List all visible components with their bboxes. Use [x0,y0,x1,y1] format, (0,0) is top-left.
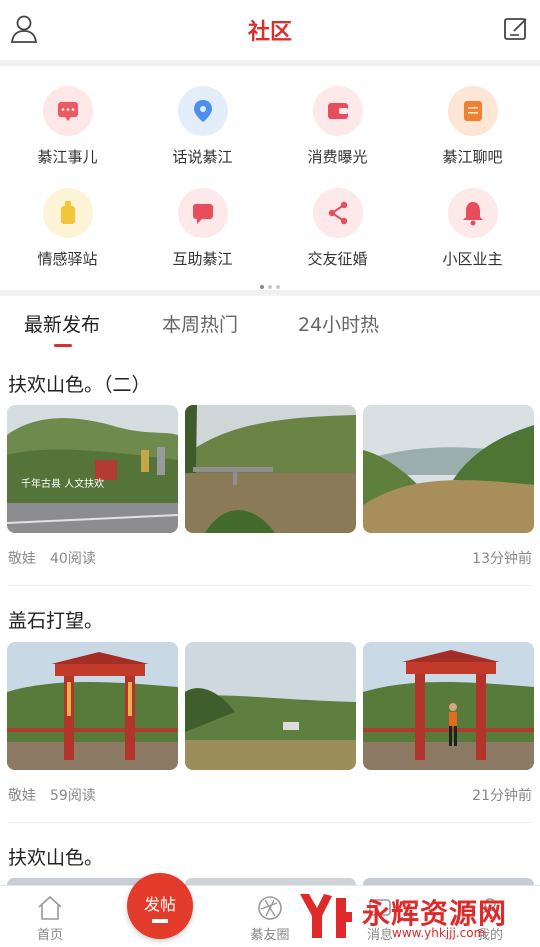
divider [8,585,532,586]
tab-24h-hot[interactable]: 24小时热 [298,310,379,337]
post-image[interactable] [185,405,356,533]
category-mutual-help[interactable]: 互助綦江 [135,188,270,269]
top-header: 社区 [0,0,540,60]
category-label: 互助綦江 [172,250,233,268]
category-talk-qijiang[interactable]: 话说綦江 [135,86,270,167]
post-image[interactable] [363,405,534,533]
post-title[interactable]: 扶欢山色。 [8,843,103,870]
menu-lines-icon [152,919,168,923]
watermark: 永辉资源网 www.yhkjjj.com [296,888,536,944]
post-image[interactable] [185,642,356,770]
post-image[interactable] [7,642,178,770]
post-reads: 59阅读 [50,788,96,804]
category-emotion-station[interactable]: 情感驿站 [0,188,135,269]
home-icon [38,895,62,920]
category-label: 交友征婚 [307,250,368,268]
category-label: 话说綦江 [172,148,233,166]
post-author[interactable]: 敬娃 [8,551,36,567]
post-button-label: 发帖 [143,895,176,914]
category-homeowners[interactable]: 小区业主 [405,188,540,269]
post-author[interactable]: 敬娃 [8,788,36,804]
location-icon [177,86,228,136]
post-time: 21分钟前 [472,788,532,804]
post-time: 13分钟前 [472,551,532,567]
post-image[interactable] [185,878,356,885]
watermark-logo [300,894,352,938]
watermark-url: www.yhkjjj.com [392,926,486,940]
category-label: 小区业主 [442,250,503,268]
post-reads: 40阅读 [50,551,96,567]
category-grid: 綦江事儿 话说綦江 消费曝光 綦江聊吧 情感驿站 互助綦江 交友征婚 小区业主 [0,66,540,290]
category-qijiang-affairs[interactable]: 綦江事儿 [0,86,135,167]
category-consumer-exposure[interactable]: 消费曝光 [270,86,405,167]
bottle-icon [42,188,93,238]
post-image[interactable] [363,878,534,885]
category-label: 綦江事儿 [37,148,98,166]
nav-label: 首页 [36,928,63,943]
category-dating[interactable]: 交友征婚 [270,188,405,269]
wallet-icon [312,86,363,136]
post-meta: 敬娃 40阅读 [8,548,96,568]
post-title[interactable]: 盖石打望。 [8,606,103,633]
category-label: 綦江聊吧 [442,148,503,166]
category-qijiang-chat[interactable]: 綦江聊吧 [405,86,540,167]
post-meta: 敬娃 59阅读 [8,785,96,805]
message-icon [177,188,228,238]
edit-icon[interactable] [502,14,530,44]
share-icon [312,188,363,238]
note-icon [447,86,498,136]
category-label: 消费曝光 [307,148,368,166]
post-image[interactable]: 千年古县 人文扶欢 [7,405,178,533]
aperture-icon [258,896,282,920]
active-tab-indicator [54,344,72,347]
nav-label: 綦友圈 [250,928,290,943]
page-title: 社区 [247,19,292,45]
post-title[interactable]: 扶欢山色。（二） [8,370,151,397]
sign-text: 千年古县 人文扶欢 [21,477,104,490]
bell-icon [447,188,498,238]
post-button[interactable]: 发帖 [127,873,193,939]
tab-bar: 最新发布 本周热门 24小时热 [0,296,540,356]
category-label: 情感驿站 [37,250,98,268]
post-image[interactable] [363,642,534,770]
nav-home[interactable]: 首页 [10,894,90,943]
chat-icon [42,86,93,136]
tab-latest[interactable]: 最新发布 [24,310,100,337]
tab-weekly-hot[interactable]: 本周热门 [162,310,238,337]
divider [8,822,532,823]
